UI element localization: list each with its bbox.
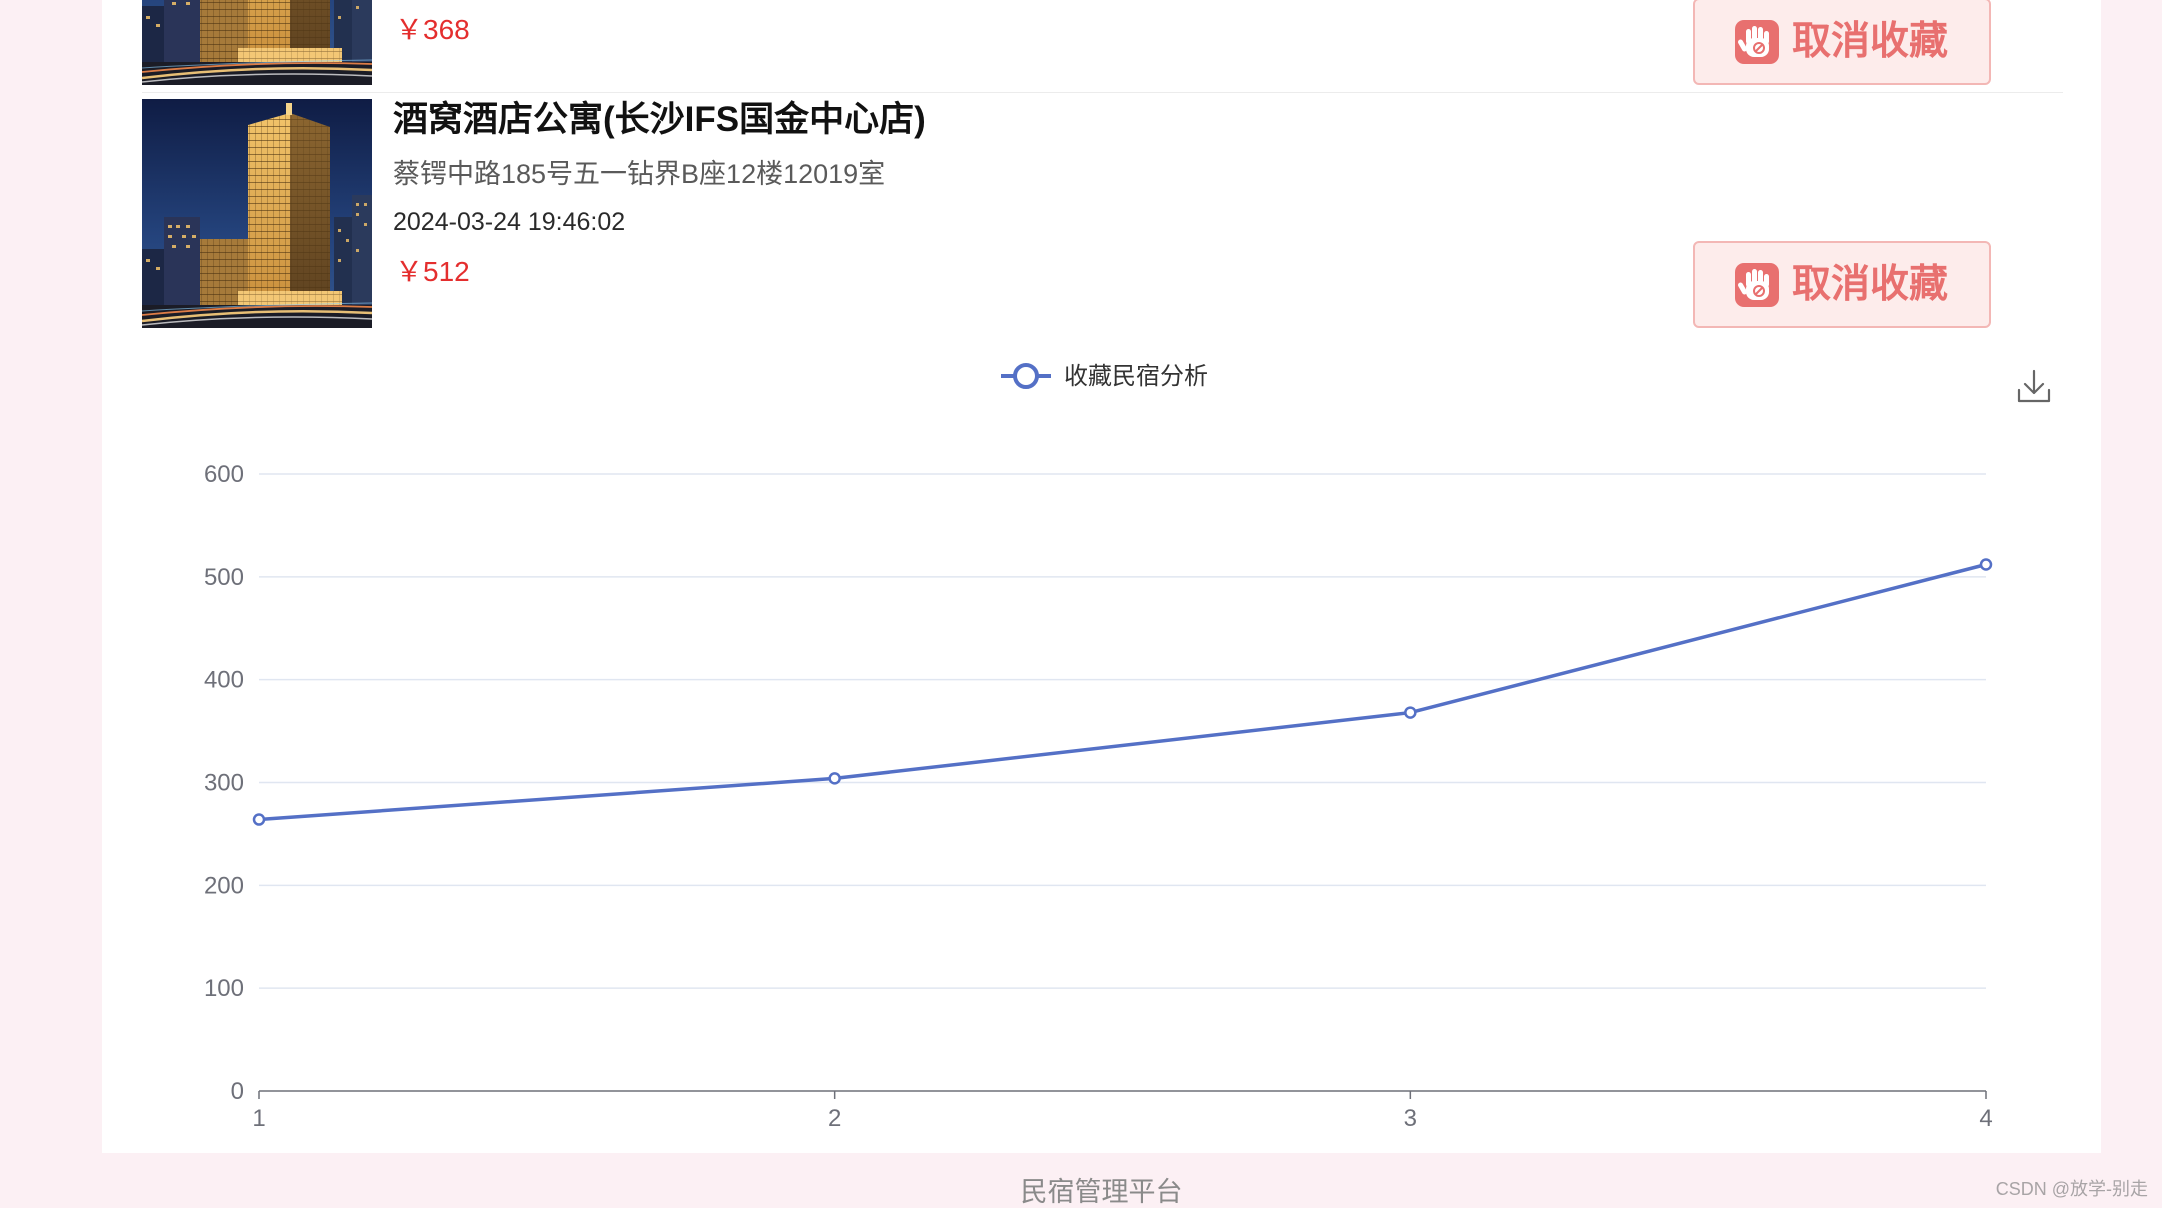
chart-legend-item[interactable]: 收藏民宿分析 xyxy=(1001,363,1208,390)
favorites-panel: ￥368 取消收藏 酒窝酒店公寓(长沙IFS国金中心店) 蔡锷中路185号五一钻… xyxy=(102,0,2101,1153)
footer-text: 民宿管理平台 xyxy=(1020,1177,1183,1207)
hotel-title[interactable]: 酒窝酒店公寓(长沙IFS国金中心店) xyxy=(393,99,926,141)
favorites-line-chart: 收藏民宿分析 0 100 200 300 400 500 600 1 2 3 4 xyxy=(204,363,2054,1132)
hotel-price: ￥368 xyxy=(395,14,470,45)
chart-grid xyxy=(259,473,1986,989)
hotel-thumbnail[interactable] xyxy=(142,99,372,328)
hand-icon xyxy=(1735,262,1779,307)
legend-label: 收藏民宿分析 xyxy=(1064,363,1208,390)
x-tick-label: 4 xyxy=(1979,1105,1992,1132)
cancel-favorite-button[interactable]: 取消收藏 xyxy=(1693,0,1991,85)
hand-icon xyxy=(1735,19,1779,64)
y-tick-label: 400 xyxy=(204,667,244,694)
data-point xyxy=(1979,558,1993,571)
cancel-favorite-label: 取消收藏 xyxy=(1792,262,1949,306)
x-tick-label: 2 xyxy=(828,1105,841,1132)
legend-circle-symbol xyxy=(1013,363,1039,389)
y-tick-label: 500 xyxy=(204,564,244,591)
y-tick-label: 300 xyxy=(204,770,244,797)
cancel-favorite-label: 取消收藏 xyxy=(1792,19,1949,63)
series-line xyxy=(258,562,1987,822)
chart-series xyxy=(252,558,1993,826)
y-tick-label: 0 xyxy=(231,1078,244,1105)
csdn-watermark: CSDN @放学-别走 xyxy=(1995,1179,2148,1199)
y-tick-label: 100 xyxy=(204,975,244,1002)
download-icon[interactable] xyxy=(2014,366,2054,406)
hotel-photo xyxy=(142,0,372,85)
y-tick-label: 600 xyxy=(204,461,244,488)
list-divider xyxy=(142,92,2063,93)
hotel-price: ￥512 xyxy=(395,256,470,287)
x-tick-label: 1 xyxy=(252,1105,265,1132)
hotel-address: 蔡锷中路185号五一钻界B座12楼12019室 xyxy=(393,159,886,189)
data-point xyxy=(828,772,841,785)
data-point xyxy=(252,813,266,826)
data-point xyxy=(1404,706,1417,719)
chart-axes: 0 100 200 300 400 500 600 1 2 3 4 xyxy=(204,461,1993,1132)
hotel-photo xyxy=(142,99,372,328)
x-tick-label: 3 xyxy=(1404,1105,1417,1132)
hotel-thumbnail[interactable] xyxy=(142,0,372,85)
favorite-time: 2024-03-24 19:46:02 xyxy=(393,208,626,236)
cancel-favorite-button[interactable]: 取消收藏 xyxy=(1693,241,1991,328)
y-tick-label: 200 xyxy=(204,872,244,899)
